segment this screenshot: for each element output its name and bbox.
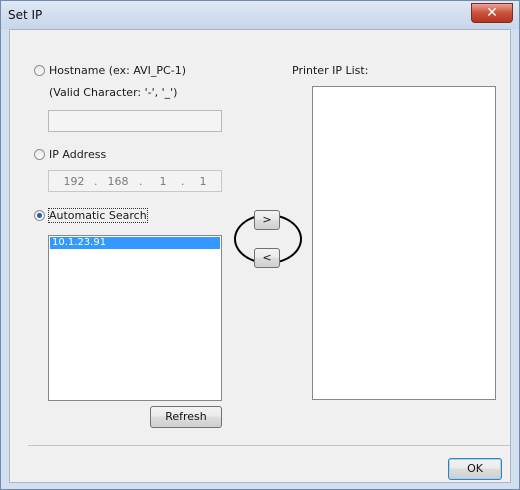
ok-button[interactable]: OK (448, 458, 502, 480)
ip-octet-1[interactable]: 192 (61, 175, 87, 188)
hostname-input[interactable] (48, 110, 222, 132)
ip-address-input[interactable]: 192 . 168 . 1 . 1 (48, 170, 222, 192)
printer-ip-list-label: Printer IP List: (292, 64, 369, 77)
hostname-valid-characters: (Valid Character: '-', '_') (49, 86, 178, 99)
automatic-search-radio[interactable]: Automatic Search (34, 208, 148, 223)
ip-address-radio-button[interactable] (34, 149, 45, 160)
ip-address-radio-label: IP Address (49, 148, 107, 161)
ip-address-radio[interactable]: IP Address (34, 148, 106, 161)
printer-ip-list[interactable] (312, 86, 496, 400)
title-bar[interactable]: Set IP ✕ (1, 1, 519, 29)
ip-separator-1: . (94, 175, 98, 188)
ip-octet-4[interactable]: 1 (190, 175, 216, 188)
hostname-radio-label: Hostname (ex: AVI_PC-1) (49, 64, 186, 77)
search-result-item[interactable]: 10.1.23.91 (50, 237, 220, 249)
add-to-printer-list-button[interactable]: > (254, 210, 280, 230)
automatic-search-radio-label: Automatic Search (48, 208, 148, 223)
ip-separator-2: . (139, 175, 143, 188)
hostname-radio[interactable]: Hostname (ex: AVI_PC-1) (34, 64, 186, 77)
close-icon: ✕ (486, 5, 498, 21)
dialog-body: Hostname (ex: AVI_PC-1) (Valid Character… (9, 29, 511, 483)
search-results-list[interactable]: 10.1.23.91 (48, 235, 222, 401)
footer-divider (28, 445, 510, 446)
close-button[interactable]: ✕ (471, 3, 513, 23)
remove-from-printer-list-button[interactable]: < (254, 248, 280, 268)
window-title: Set IP (8, 8, 43, 22)
set-ip-dialog: Set IP ✕ Hostname (ex: AVI_PC-1) (Valid … (0, 0, 520, 490)
ip-separator-3: . (181, 175, 185, 188)
automatic-search-radio-button[interactable] (34, 210, 45, 221)
ip-octet-2[interactable]: 168 (105, 175, 131, 188)
refresh-button[interactable]: Refresh (150, 406, 222, 428)
hostname-radio-button[interactable] (34, 65, 45, 76)
ip-octet-3[interactable]: 1 (150, 175, 176, 188)
